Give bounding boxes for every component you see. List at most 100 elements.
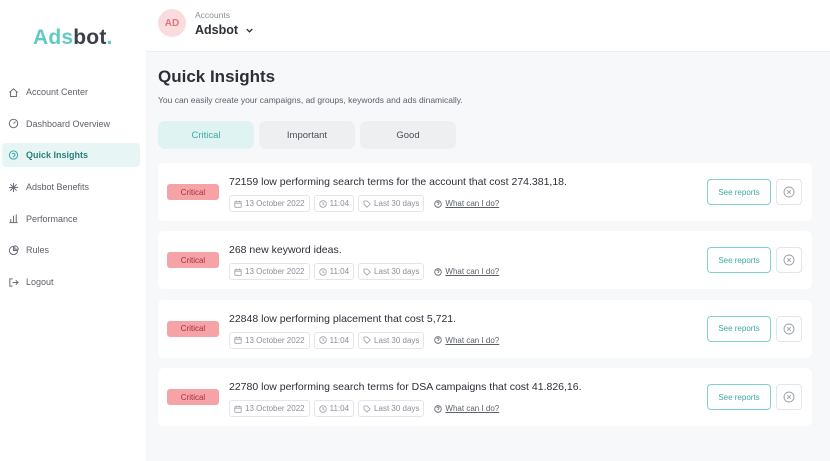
help-link-text: What can I do? (445, 267, 500, 277)
insight-range: Last 30 days (374, 335, 420, 345)
help-icon (434, 199, 443, 208)
insight-meta: 13 October 2022 11:04 Last 30 days What … (229, 263, 499, 281)
time-chip: 11:04 (313, 400, 355, 418)
tab-important[interactable]: Important (259, 121, 355, 149)
dismiss-button[interactable] (776, 315, 802, 342)
sidebar-nav: Account Center Dashboard Overview Quick … (0, 80, 146, 302)
page-subtitle: You can easily create your campaigns, ad… (158, 95, 463, 105)
close-circle-icon (783, 186, 795, 198)
sparkle-icon (8, 182, 19, 192)
logo-dot: . (106, 26, 113, 49)
sidebar-item-account-center[interactable]: Account Center (2, 80, 140, 104)
help-link-text: What can I do? (445, 404, 500, 414)
lightbulb-icon (8, 150, 19, 160)
sidebar-item-label: Quick Insights (26, 150, 89, 161)
tab-critical[interactable]: Critical (158, 121, 254, 149)
critical-badge: Critical (167, 252, 219, 269)
tag-icon (363, 268, 371, 276)
dismiss-button[interactable] (776, 384, 802, 411)
see-reports-button[interactable]: See reports (707, 179, 771, 205)
help-icon (434, 336, 443, 344)
close-circle-icon (783, 323, 795, 335)
insight-card: Critical 268 new keyword ideas. 13 Octob… (158, 231, 812, 290)
range-chip: Last 30 days (358, 400, 425, 418)
calendar-icon (234, 268, 242, 276)
gauge-icon (8, 118, 19, 129)
help-icon (434, 404, 443, 413)
range-chip: Last 30 days (358, 263, 425, 281)
bar-chart-icon (9, 214, 18, 224)
help-icon (434, 268, 443, 276)
insight-title: 22848 low performing placement that cost… (229, 312, 457, 325)
sidebar-item-label: Rules (26, 245, 50, 256)
insight-title: 72159 low performing search terms for th… (229, 176, 567, 188)
see-reports-button[interactable]: See reports (707, 247, 771, 274)
time-chip: 11:04 (313, 195, 355, 212)
logout-icon (9, 277, 19, 287)
critical-badge: Critical (167, 184, 219, 200)
what-can-i-do-link[interactable]: What can I do? (434, 267, 499, 276)
insight-range: Last 30 days (374, 199, 420, 208)
insight-date: 13 October 2022 (245, 404, 305, 414)
account-selector[interactable]: Adsbot (195, 23, 254, 37)
insight-card: Critical 22848 low performing placement … (158, 299, 812, 358)
clock-icon (318, 199, 327, 208)
calendar-icon (234, 336, 242, 344)
tab-good[interactable]: Good (360, 121, 456, 149)
calendar-icon (234, 405, 242, 413)
calendar-icon (234, 200, 242, 208)
insight-time: 11:04 (329, 335, 350, 345)
tag-icon (363, 336, 371, 345)
clock-icon (318, 404, 327, 413)
critical-badge: Critical (167, 389, 219, 406)
what-can-i-do-link[interactable]: What can I do? (434, 336, 499, 345)
insight-date: 13 October 2022 (245, 335, 305, 345)
what-can-i-do-link[interactable]: What can I do? (434, 199, 499, 208)
insight-range: Last 30 days (374, 404, 420, 414)
insight-meta: 13 October 2022 11:04 Last 30 days What … (229, 195, 499, 212)
dismiss-button[interactable] (776, 179, 802, 205)
see-reports-button[interactable]: See reports (707, 315, 771, 342)
help-link-text: What can I do? (445, 335, 500, 345)
clock-icon (318, 268, 327, 276)
insight-meta: 13 October 2022 11:04 Last 30 days What … (229, 400, 499, 418)
sidebar-item-adsbot-benefits[interactable]: Adsbot Benefits (2, 175, 140, 199)
date-chip: 13 October 2022 (229, 331, 310, 349)
avatar[interactable]: AD (158, 9, 186, 37)
severity-tabs: Critical Important Good (158, 121, 456, 149)
insight-title: 22780 low performing search terms for DS… (229, 381, 582, 394)
sidebar-item-logout[interactable]: Logout (2, 270, 140, 294)
sidebar-item-rules[interactable]: Rules (2, 238, 140, 262)
insight-range: Last 30 days (374, 267, 420, 277)
sidebar-item-label: Logout (26, 277, 54, 288)
sidebar: Adsbot. Account Center Dashboard Overvie… (0, 0, 146, 461)
what-can-i-do-link[interactable]: What can I do? (434, 404, 499, 413)
date-chip: 13 October 2022 (229, 195, 310, 212)
sidebar-item-performance[interactable]: Performance (2, 207, 140, 231)
close-circle-icon (783, 254, 795, 266)
home-icon (9, 87, 18, 97)
time-chip: 11:04 (313, 263, 355, 281)
dismiss-button[interactable] (776, 247, 802, 274)
sidebar-item-quick-insights[interactable]: Quick Insights (2, 143, 140, 168)
date-chip: 13 October 2022 (229, 263, 310, 281)
logo-part-2: bot (73, 26, 107, 49)
accounts-label: Accounts (195, 10, 230, 20)
insight-title: 268 new keyword ideas. (229, 244, 342, 257)
adsbot-logo[interactable]: Adsbot. (33, 26, 113, 50)
top-bar: AD Accounts Adsbot (146, 0, 830, 52)
logo-part-1: Ads (33, 26, 74, 49)
sidebar-item-dashboard-overview[interactable]: Dashboard Overview (2, 112, 140, 136)
insight-date: 13 October 2022 (245, 199, 305, 208)
sidebar-item-label: Adsbot Benefits (26, 182, 90, 193)
range-chip: Last 30 days (358, 331, 425, 349)
see-reports-button[interactable]: See reports (707, 384, 771, 411)
sidebar-item-label: Account Center (26, 87, 89, 97)
sidebar-item-label: Dashboard Overview (26, 118, 111, 129)
date-chip: 13 October 2022 (229, 400, 310, 418)
range-chip: Last 30 days (358, 195, 425, 212)
insight-time: 11:04 (329, 199, 350, 208)
critical-badge: Critical (167, 320, 219, 337)
insight-meta: 13 October 2022 11:04 Last 30 days What … (229, 331, 499, 349)
insight-time: 11:04 (329, 404, 350, 414)
